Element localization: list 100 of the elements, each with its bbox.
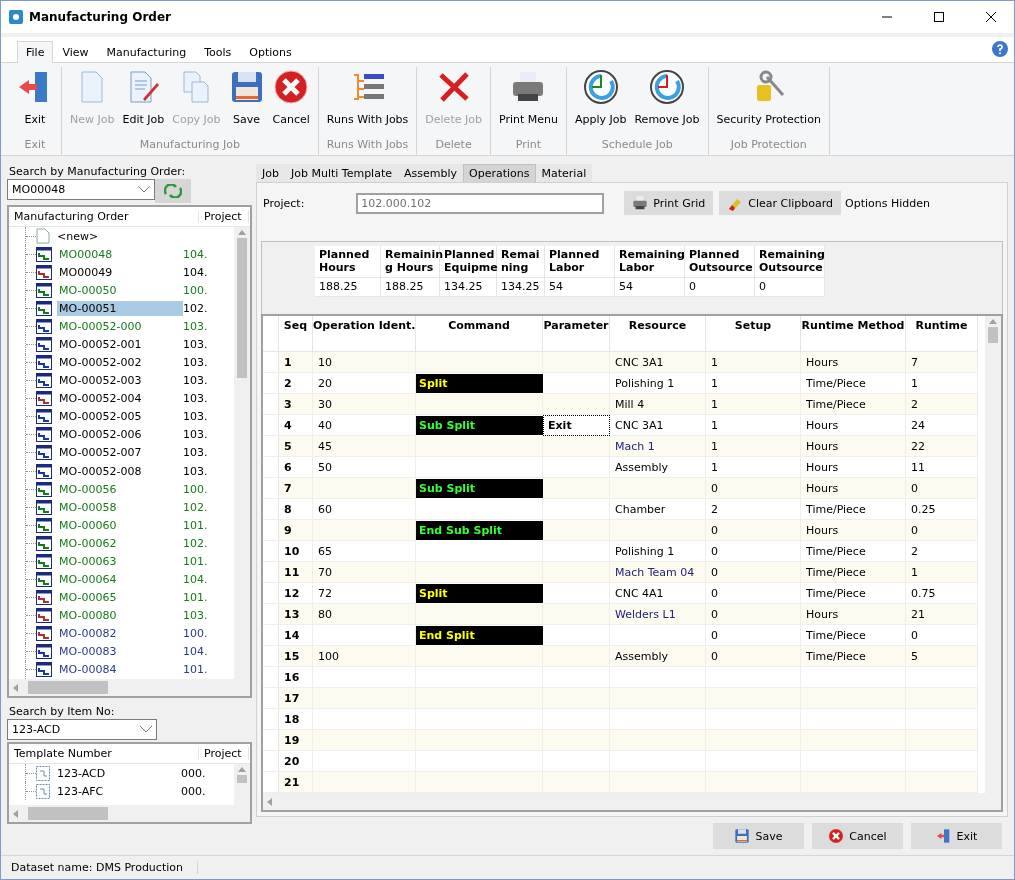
tree-item[interactable]: MO-00056 (57, 481, 183, 497)
row-header[interactable] (263, 562, 279, 584)
chevron-down-icon[interactable] (140, 726, 152, 733)
tree-item[interactable]: MO-00064 (57, 572, 183, 587)
menu-item[interactable]: Options (240, 41, 301, 63)
scroll-thumb[interactable] (28, 807, 108, 820)
ribbon-button[interactable]: Edit Job (118, 67, 169, 138)
menu-item[interactable]: Manufacturing (97, 41, 196, 63)
tree-item[interactable]: MO-00052-008 (57, 463, 183, 479)
scroll-left-icon[interactable] (13, 683, 18, 692)
tree-item[interactable]: MO-00084 (57, 662, 183, 678)
row-header[interactable] (263, 772, 279, 794)
scrollbar[interactable] (9, 805, 250, 822)
ribbon-button[interactable]: Apply Job (570, 67, 631, 138)
scroll-left-icon[interactable] (267, 797, 272, 806)
scrollbar[interactable] (234, 764, 250, 805)
scroll-thumb[interactable] (988, 327, 998, 344)
ribbon-button[interactable]: Remove Job (630, 67, 704, 138)
parameter-cell[interactable]: Exit (543, 415, 610, 437)
row-header[interactable] (263, 373, 279, 395)
tree-item[interactable]: MO-00082 (57, 626, 183, 642)
row-header[interactable] (263, 478, 279, 500)
tree-item[interactable]: MO-00060 (57, 517, 183, 533)
tree-item[interactable]: MO-00052-006 (57, 427, 183, 443)
scroll-thumb[interactable] (28, 681, 108, 694)
tree-item[interactable]: 123-AFC (55, 783, 181, 799)
tree-item[interactable]: <new> (55, 228, 181, 244)
tab[interactable]: Job (256, 164, 285, 183)
footer-button[interactable]: Cancel (812, 823, 903, 849)
action-button[interactable]: Print Grid (624, 191, 714, 216)
tree-item[interactable]: MO-00052-000 (57, 318, 183, 334)
column-header[interactable]: Template Number (9, 747, 199, 760)
row-header[interactable] (263, 688, 279, 710)
column-header[interactable]: Manufacturing Order (9, 210, 199, 223)
row-header[interactable] (263, 646, 279, 668)
tree-item[interactable]: 123-ACD (55, 765, 181, 781)
tree-item[interactable]: MO-00065 (57, 590, 183, 606)
ribbon-button[interactable]: Print Menu (494, 67, 562, 138)
tree-item[interactable]: MO-00051 (57, 300, 183, 316)
ribbon-button[interactable]: Security Protection (712, 67, 825, 138)
minimize-icon[interactable] (882, 16, 892, 18)
tab[interactable]: Material (535, 164, 593, 183)
menu-item[interactable]: File (17, 41, 54, 63)
tree-item[interactable]: MO-00052-003 (57, 373, 183, 389)
maximize-icon[interactable] (934, 12, 944, 22)
tree-item[interactable]: MO00048 (57, 246, 183, 262)
row-header[interactable] (263, 583, 279, 605)
scrollbar[interactable] (9, 679, 250, 696)
footer-button[interactable]: Save (713, 823, 804, 849)
tree-item[interactable]: MO-00052-001 (57, 337, 183, 352)
tree-item[interactable]: MO-00052-004 (57, 391, 183, 407)
row-header[interactable] (263, 625, 279, 647)
tree-item[interactable]: MO-00058 (57, 499, 183, 515)
row-header[interactable] (263, 436, 279, 458)
tree-item[interactable]: MO-00063 (57, 553, 183, 569)
row-header[interactable] (263, 709, 279, 731)
tab[interactable]: Operations (463, 164, 536, 183)
row-header[interactable] (263, 541, 279, 563)
row-header[interactable] (263, 457, 279, 479)
menu-item[interactable]: Tools (195, 41, 241, 63)
ribbon-button[interactable]: Cancel (268, 67, 314, 138)
tree-item[interactable]: MO-00052-007 (57, 445, 183, 461)
tree-item[interactable]: MO-00062 (57, 535, 183, 551)
row-header[interactable] (263, 520, 279, 542)
scroll-thumb[interactable] (237, 775, 247, 783)
scroll-left-icon[interactable] (13, 809, 18, 818)
tab[interactable]: Assembly (398, 164, 464, 183)
scrollbar[interactable] (234, 227, 250, 679)
tree-item[interactable]: MO00049 (57, 264, 183, 280)
refresh-button[interactable] (155, 179, 191, 203)
chevron-down-icon[interactable] (138, 186, 150, 193)
column-header[interactable]: Project (199, 210, 249, 223)
row-header[interactable] (263, 415, 279, 437)
row-header[interactable] (263, 751, 279, 773)
row-header[interactable] (263, 499, 279, 521)
tree-item[interactable]: MO-00050 (57, 282, 183, 298)
order-combo[interactable]: MO00048 (7, 179, 155, 200)
tree-item[interactable]: MO-00052-002 (57, 355, 183, 371)
tree-item[interactable]: MO-00080 (57, 608, 183, 624)
tree-item[interactable]: MO-00083 (57, 644, 183, 660)
scroll-up-icon[interactable] (989, 319, 997, 325)
scroll-thumb[interactable] (237, 238, 247, 378)
scrollbar[interactable] (985, 316, 1001, 794)
ribbon-button[interactable]: Exit (13, 67, 57, 138)
ribbon-button[interactable]: Save (224, 67, 269, 138)
scrollbar[interactable] (263, 793, 1001, 811)
footer-button[interactable]: Exit (911, 823, 1002, 849)
column-header[interactable]: Project (199, 747, 249, 760)
ribbon-button[interactable]: Runs With Jobs (322, 67, 413, 138)
item-combo[interactable]: 123-ACD (7, 719, 157, 740)
tree-item[interactable]: MO-00052-005 (57, 409, 183, 425)
row-header[interactable] (263, 394, 279, 416)
row-header[interactable] (263, 352, 279, 374)
scroll-up-icon[interactable] (238, 230, 246, 235)
help-icon[interactable] (992, 41, 1008, 57)
row-header[interactable] (263, 730, 279, 752)
action-button[interactable]: Clear Clipboard (719, 191, 842, 216)
tab[interactable]: Job Multi Template (284, 164, 398, 183)
menu-item[interactable]: View (53, 41, 98, 63)
row-header[interactable] (263, 604, 279, 626)
